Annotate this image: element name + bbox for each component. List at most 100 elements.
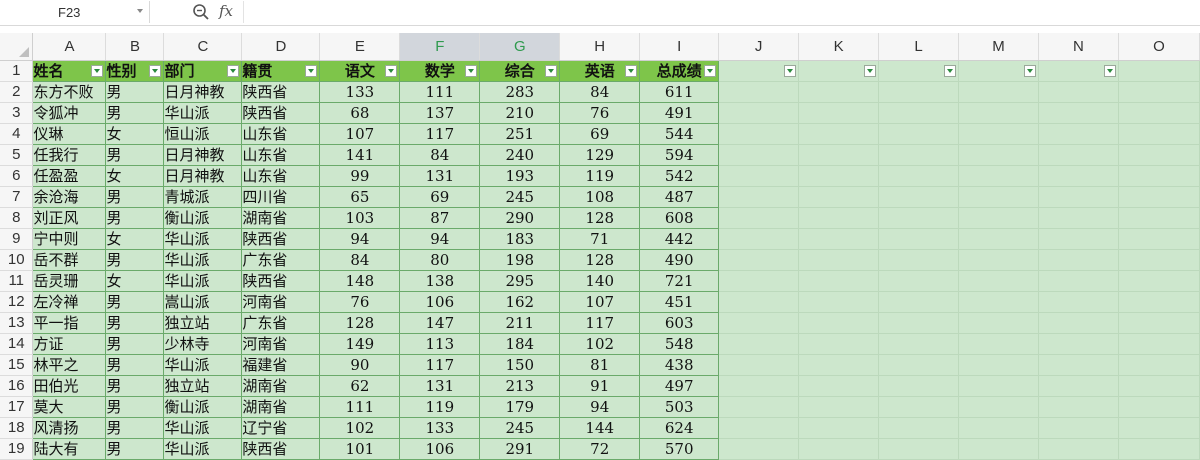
cell[interactable]: 162 <box>479 291 561 313</box>
empty-cell[interactable] <box>718 60 800 82</box>
cell[interactable]: 风清扬 <box>32 417 107 439</box>
select-all-corner[interactable] <box>0 33 34 61</box>
cell[interactable]: 仪琳 <box>32 123 107 145</box>
empty-cell[interactable] <box>718 207 800 229</box>
cell[interactable]: 107 <box>559 291 641 313</box>
row-header[interactable]: 1 <box>0 60 34 82</box>
empty-cell[interactable] <box>798 144 880 166</box>
row-header[interactable]: 18 <box>0 417 34 439</box>
empty-cell[interactable] <box>798 165 880 187</box>
cell[interactable]: 余沧海 <box>32 186 107 208</box>
empty-cell[interactable] <box>958 144 1039 166</box>
cell[interactable]: 广东省 <box>241 312 321 334</box>
empty-cell[interactable] <box>878 375 959 397</box>
cell[interactable]: 183 <box>479 228 561 250</box>
cell[interactable]: 岳不群 <box>32 249 107 271</box>
cell[interactable]: 117 <box>559 312 641 334</box>
row-header[interactable]: 3 <box>0 102 34 124</box>
cell[interactable]: 日月神教 <box>163 81 243 103</box>
empty-cell[interactable] <box>1038 249 1119 271</box>
row-header[interactable]: 14 <box>0 333 34 355</box>
cell[interactable]: 左冷禅 <box>32 291 107 313</box>
cell[interactable]: 华山派 <box>163 102 243 124</box>
row-header[interactable]: 2 <box>0 81 34 103</box>
cell[interactable]: 497 <box>639 375 720 397</box>
empty-cell[interactable] <box>718 438 800 460</box>
cell[interactable]: 男 <box>105 81 165 103</box>
empty-cell[interactable] <box>718 228 800 250</box>
empty-cell[interactable] <box>798 396 880 418</box>
empty-cell[interactable] <box>958 165 1039 187</box>
header-cell-a[interactable]: 姓名 <box>32 60 107 82</box>
empty-cell[interactable] <box>1118 375 1200 397</box>
cell[interactable]: 91 <box>559 375 641 397</box>
cell[interactable]: 291 <box>479 438 561 460</box>
empty-cell[interactable] <box>1038 270 1119 292</box>
formula-input[interactable] <box>243 1 1200 23</box>
empty-cell[interactable] <box>798 123 880 145</box>
cell[interactable]: 湖南省 <box>241 396 321 418</box>
cell[interactable]: 624 <box>639 417 720 439</box>
empty-cell[interactable] <box>878 333 959 355</box>
cell[interactable]: 144 <box>559 417 641 439</box>
empty-cell[interactable] <box>798 417 880 439</box>
cell[interactable]: 117 <box>399 354 481 376</box>
cell[interactable]: 213 <box>479 375 561 397</box>
cell[interactable]: 140 <box>559 270 641 292</box>
cell[interactable]: 245 <box>479 186 561 208</box>
cell[interactable]: 男 <box>105 186 165 208</box>
cell[interactable]: 岳灵珊 <box>32 270 107 292</box>
cell[interactable]: 华山派 <box>163 417 243 439</box>
cell[interactable]: 日月神教 <box>163 165 243 187</box>
empty-cell[interactable] <box>798 375 880 397</box>
empty-cell[interactable] <box>1118 291 1200 313</box>
empty-cell[interactable] <box>1118 165 1200 187</box>
cell[interactable]: 198 <box>479 249 561 271</box>
cell[interactable]: 608 <box>639 207 720 229</box>
row-header[interactable]: 6 <box>0 165 34 187</box>
empty-cell[interactable] <box>1038 417 1119 439</box>
cell[interactable]: 嵩山派 <box>163 291 243 313</box>
empty-cell[interactable] <box>1118 81 1200 103</box>
filter-dropdown-icon[interactable] <box>944 64 956 77</box>
cell[interactable]: 陕西省 <box>241 81 321 103</box>
empty-cell[interactable] <box>718 291 800 313</box>
filter-dropdown-icon[interactable] <box>227 64 240 77</box>
column-header-e[interactable]: E <box>319 33 401 61</box>
filter-dropdown-icon[interactable] <box>91 64 104 77</box>
filter-dropdown-icon[interactable] <box>864 64 877 77</box>
cell[interactable]: 103 <box>319 207 401 229</box>
cell[interactable]: 150 <box>479 354 561 376</box>
column-header-k[interactable]: K <box>798 33 880 61</box>
cell[interactable]: 任盈盈 <box>32 165 107 187</box>
cell[interactable]: 113 <box>399 333 481 355</box>
header-cell-d[interactable]: 籍贯 <box>241 60 321 82</box>
cell[interactable]: 华山派 <box>163 249 243 271</box>
cell[interactable]: 290 <box>479 207 561 229</box>
empty-cell[interactable] <box>878 165 959 187</box>
cell[interactable]: 刘正风 <box>32 207 107 229</box>
column-header-l[interactable]: L <box>878 33 959 61</box>
row-header[interactable]: 15 <box>0 354 34 376</box>
column-header-o[interactable]: O <box>1118 33 1200 61</box>
empty-cell[interactable] <box>1038 438 1119 460</box>
empty-cell[interactable] <box>958 123 1039 145</box>
row-header[interactable]: 12 <box>0 291 34 313</box>
empty-cell[interactable] <box>1118 312 1200 334</box>
empty-cell[interactable] <box>798 291 880 313</box>
filter-dropdown-icon[interactable] <box>305 64 318 77</box>
empty-cell[interactable] <box>798 60 880 82</box>
cell[interactable]: 令狐冲 <box>32 102 107 124</box>
cell[interactable]: 101 <box>319 438 401 460</box>
column-header-i[interactable]: I <box>639 33 720 61</box>
cell[interactable]: 131 <box>399 375 481 397</box>
cell[interactable]: 210 <box>479 102 561 124</box>
empty-cell[interactable] <box>1118 60 1200 82</box>
empty-cell[interactable] <box>1118 102 1200 124</box>
cell[interactable]: 河南省 <box>241 291 321 313</box>
column-header-c[interactable]: C <box>163 33 243 61</box>
cell[interactable]: 莫大 <box>32 396 107 418</box>
cell[interactable]: 117 <box>399 123 481 145</box>
empty-cell[interactable] <box>1118 186 1200 208</box>
cell[interactable]: 141 <box>319 144 401 166</box>
